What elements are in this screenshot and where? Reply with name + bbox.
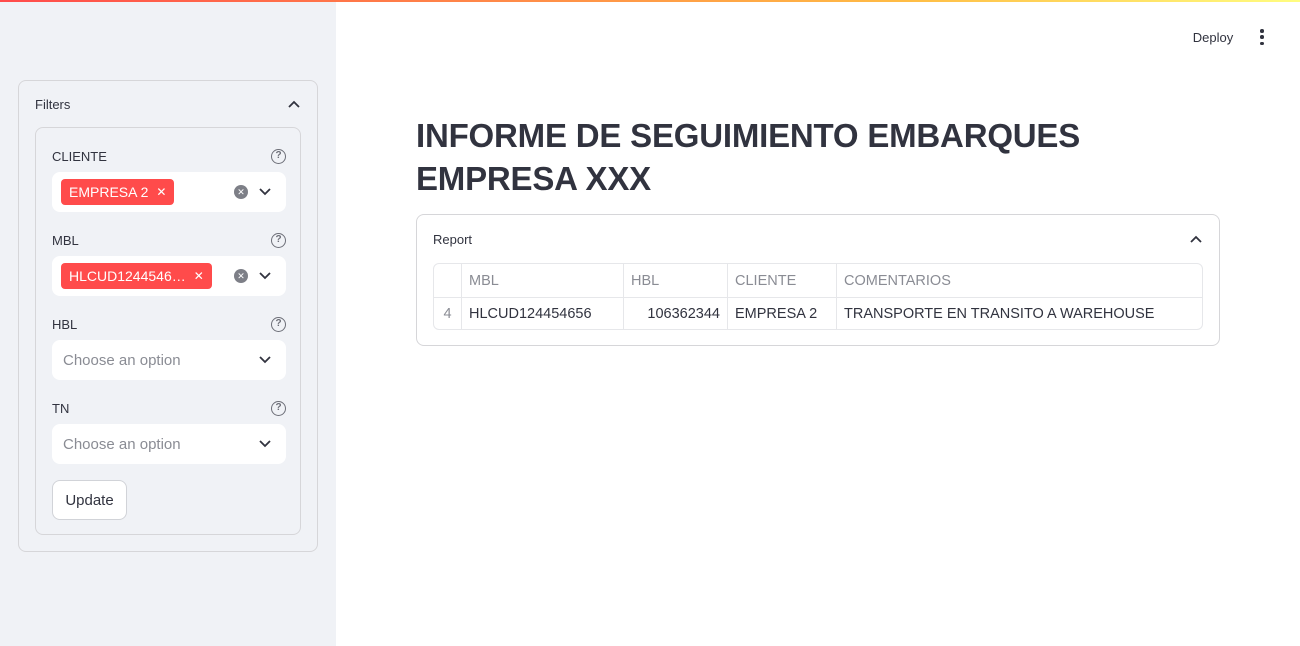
table-header-row: MBL HBL CLIENTE COMENTARIOS — [434, 264, 1202, 297]
help-icon[interactable]: ? — [271, 400, 286, 416]
table-row: 4 HLCUD124454656 106362344 EMPRESA 2 TRA… — [434, 297, 1202, 329]
filters-form: CLIENTE ? EMPRESA 2 ✕ ✕ MBL ? HLCUD12445… — [35, 127, 301, 535]
mbl-multiselect[interactable]: HLCUD1244546… ✕ ✕ — [52, 256, 286, 296]
cell-hbl[interactable]: 106362344 — [624, 298, 728, 329]
update-button[interactable]: Update — [52, 480, 127, 520]
row-index: 4 — [434, 298, 462, 329]
chevron-down-icon[interactable] — [258, 437, 272, 451]
report-table[interactable]: MBL HBL CLIENTE COMENTARIOS 4 HLCUD12445… — [433, 263, 1203, 330]
selected-chip: EMPRESA 2 ✕ — [61, 179, 175, 205]
chip-label: EMPRESA 2 — [69, 184, 149, 200]
cliente-field: CLIENTE ? EMPRESA 2 ✕ ✕ — [52, 146, 286, 212]
clear-icon[interactable]: ✕ — [234, 185, 248, 199]
mbl-label: MBL — [52, 232, 79, 248]
hbl-field: HBL ? Choose an option — [52, 314, 286, 380]
cliente-label: CLIENTE — [52, 148, 107, 164]
cell-cliente[interactable]: EMPRESA 2 — [728, 298, 837, 329]
top-decoration-bar — [0, 0, 1300, 2]
column-header-comentarios[interactable]: COMENTARIOS — [837, 264, 1202, 297]
hbl-label: HBL — [52, 316, 78, 332]
chevron-up-icon[interactable] — [1189, 232, 1203, 246]
sidebar: Filters CLIENTE ? EMPRESA 2 ✕ ✕ MBL ? HL… — [0, 0, 336, 646]
remove-chip-icon[interactable]: ✕ — [156, 185, 166, 199]
mbl-field: MBL ? HLCUD1244546… ✕ ✕ — [52, 230, 286, 296]
index-header — [434, 264, 462, 297]
chevron-up-icon[interactable] — [287, 97, 301, 111]
cell-mbl[interactable]: HLCUD124454656 — [462, 298, 624, 329]
page-title: INFORME DE SEGUIMIENTO EMBARQUES EMPRESA… — [416, 117, 1081, 197]
selected-chip: HLCUD1244546… ✕ — [61, 263, 212, 289]
chevron-down-icon[interactable] — [258, 185, 272, 199]
column-header-cliente[interactable]: CLIENTE — [728, 264, 837, 297]
report-expander: Report MBL HBL CLIENTE COMENTARIOS 4 HLC… — [416, 214, 1220, 346]
cliente-multiselect[interactable]: EMPRESA 2 ✕ ✕ — [52, 172, 286, 212]
remove-chip-icon[interactable]: ✕ — [194, 269, 204, 283]
column-header-mbl[interactable]: MBL — [462, 264, 624, 297]
cell-comentarios[interactable]: TRANSPORTE EN TRANSITO A WAREHOUSE — [837, 298, 1202, 329]
report-expander-title: Report — [433, 231, 473, 247]
clear-icon[interactable]: ✕ — [234, 269, 248, 283]
report-expander-header[interactable]: Report — [417, 215, 1219, 263]
help-icon[interactable]: ? — [271, 316, 286, 332]
help-icon[interactable]: ? — [271, 148, 286, 164]
chip-label: HLCUD1244546… — [69, 268, 186, 284]
column-header-hbl[interactable]: HBL — [624, 264, 728, 297]
filters-expander: Filters CLIENTE ? EMPRESA 2 ✕ ✕ MBL ? HL… — [18, 80, 318, 552]
chevron-down-icon[interactable] — [258, 353, 272, 367]
hbl-placeholder: Choose an option — [63, 351, 181, 369]
filters-expander-title: Filters — [35, 96, 71, 112]
tn-placeholder: Choose an option — [63, 435, 181, 453]
tn-label: TN — [52, 400, 70, 416]
chevron-down-icon[interactable] — [258, 269, 272, 283]
tn-multiselect[interactable]: Choose an option — [52, 424, 286, 464]
tn-field: TN ? Choose an option — [52, 398, 286, 464]
more-vertical-icon[interactable] — [1255, 28, 1269, 46]
hbl-multiselect[interactable]: Choose an option — [52, 340, 286, 380]
help-icon[interactable]: ? — [271, 232, 286, 248]
deploy-button[interactable]: Deploy — [1180, 26, 1246, 48]
filters-expander-header[interactable]: Filters — [19, 81, 317, 127]
